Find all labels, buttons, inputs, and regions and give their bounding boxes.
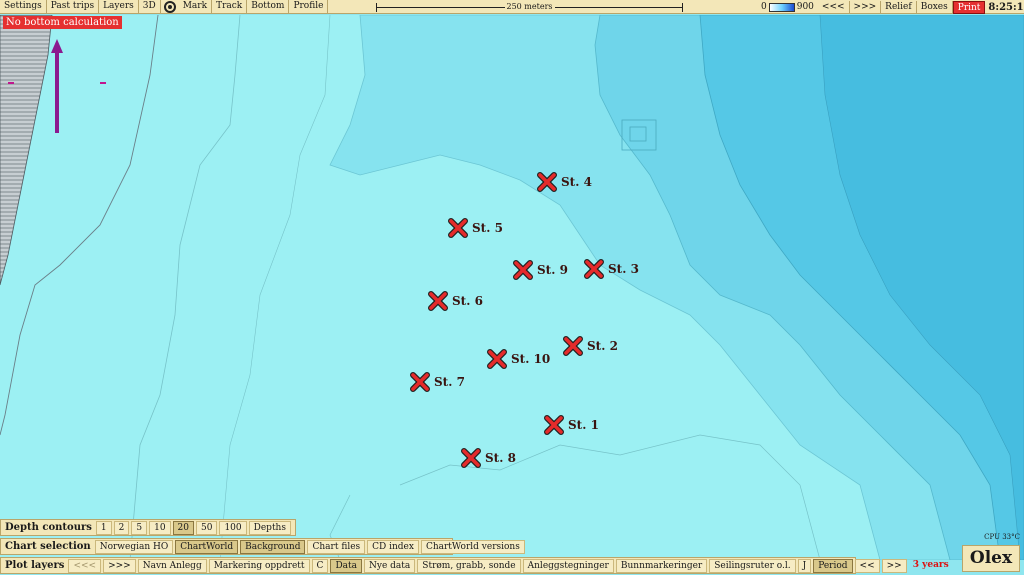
layer-data[interactable]: Data <box>330 558 363 573</box>
scale-bar: 250 meters <box>376 1 683 13</box>
layer-anleggstegninger[interactable]: Anleggstegninger <box>522 558 614 573</box>
contour-option-50[interactable]: 50 <box>196 520 218 535</box>
x-marker-icon <box>563 336 583 356</box>
chart-norwegian-ho[interactable]: Norwegian HO <box>94 539 174 554</box>
relief-button[interactable]: Relief <box>881 0 917 14</box>
chartworld-versions-button[interactable]: ChartWorld versions <box>420 539 525 554</box>
station-label: St. 6 <box>452 294 483 308</box>
layers-button[interactable]: Layers <box>99 0 139 13</box>
station-marker[interactable]: St. 10 <box>486 348 550 370</box>
depth-contours-bar: Depth contours 1 2 5 10 20 50 100 Depths <box>0 519 296 536</box>
station-marker[interactable]: St. 5 <box>447 217 503 239</box>
period-prev-button[interactable]: << <box>854 558 880 573</box>
cd-index-button[interactable]: CD index <box>367 539 419 554</box>
station-label: St. 2 <box>587 339 618 353</box>
x-marker-icon <box>544 415 564 435</box>
station-label: St. 7 <box>434 375 465 389</box>
boxes-button[interactable]: Boxes <box>917 0 953 14</box>
contour-option-100[interactable]: 100 <box>219 520 247 535</box>
chart-selection-bar: Chart selection Norwegian HO ChartWorld … <box>0 538 525 555</box>
station-marker[interactable]: St. 6 <box>427 290 483 312</box>
layer-c[interactable]: C <box>311 558 329 573</box>
depth-gradient <box>768 2 795 12</box>
period-button[interactable]: Period <box>813 558 853 573</box>
x-marker-icon <box>537 172 557 192</box>
chart-chartworld[interactable]: ChartWorld <box>175 539 239 554</box>
station-label: St. 4 <box>561 175 592 189</box>
olex-logo: Olex <box>962 545 1020 572</box>
period-next-button[interactable]: >> <box>881 558 907 573</box>
top-toolbar: Settings Past trips Layers 3D Mark Track… <box>0 0 1024 14</box>
station-marker[interactable]: St. 3 <box>583 258 639 280</box>
x-marker-icon <box>410 372 430 392</box>
layer-strom-grabb-sonde[interactable]: Strøm, grabb, sonde <box>417 558 521 573</box>
chart-selection-title: Chart selection <box>5 541 91 552</box>
layer-markering-oppdrett[interactable]: Markering oppdrett <box>208 558 310 573</box>
station-marker[interactable]: St. 9 <box>512 259 568 281</box>
cpu-temperature: CPU 33°C <box>984 533 1020 541</box>
layer-j[interactable]: J <box>797 558 812 573</box>
chart-map[interactable] <box>0 15 1024 560</box>
print-button[interactable]: Print <box>952 0 986 14</box>
3d-button[interactable]: 3D <box>139 0 161 13</box>
chart-files-button[interactable]: Chart files <box>307 539 366 554</box>
plot-layers-title: Plot layers <box>5 560 65 571</box>
prev-button[interactable]: <<< <box>818 0 850 14</box>
past-trips-button[interactable]: Past trips <box>47 0 100 13</box>
depth-contours-title: Depth contours <box>5 522 92 533</box>
station-label: St. 10 <box>511 352 551 366</box>
contour-option-10[interactable]: 10 <box>149 520 171 535</box>
plot-layers-next[interactable]: >>> <box>103 558 136 573</box>
profile-button[interactable]: Profile <box>289 0 329 13</box>
chart-background[interactable]: Background <box>240 539 306 554</box>
x-marker-icon <box>584 259 604 279</box>
station-label: St. 3 <box>608 262 639 276</box>
contour-option-20[interactable]: 20 <box>172 520 194 535</box>
x-marker-icon <box>448 218 468 238</box>
layer-seilingsruter[interactable]: Seilingsruter o.l. <box>709 558 796 573</box>
settings-button[interactable]: Settings <box>0 0 47 13</box>
station-marker[interactable]: St. 4 <box>536 171 592 193</box>
contour-option-2[interactable]: 2 <box>113 520 130 535</box>
plot-layers-prev[interactable]: <<< <box>68 558 102 573</box>
layer-navn-anlegg[interactable]: Navn Anlegg <box>137 558 207 573</box>
depth-max-label: 900 <box>796 2 814 12</box>
station-label: St. 5 <box>472 221 503 235</box>
depth-min-label: 0 <box>761 2 767 12</box>
contour-option-1[interactable]: 1 <box>95 520 112 535</box>
station-marker[interactable]: St. 8 <box>460 447 516 469</box>
clock: 8:25:13 <box>988 1 1024 13</box>
x-marker-icon <box>513 260 533 280</box>
depths-button[interactable]: Depths <box>248 520 291 535</box>
depth-color-scale[interactable]: 0 900 <box>757 2 818 12</box>
station-marker[interactable]: St. 2 <box>562 335 618 357</box>
contour-option-5[interactable]: 5 <box>131 520 148 535</box>
station-label: St. 8 <box>485 451 516 465</box>
layer-nye-data[interactable]: Nye data <box>364 558 416 573</box>
station-label: St. 9 <box>537 263 568 277</box>
bottom-button[interactable]: Bottom <box>247 0 290 13</box>
track-button[interactable]: Track <box>212 0 248 13</box>
station-label: St. 1 <box>568 418 599 432</box>
x-marker-icon <box>487 349 507 369</box>
no-bottom-warning: No bottom calculation <box>3 16 122 29</box>
period-value: 3 years <box>912 559 949 570</box>
layer-bunnmarkeringer[interactable]: Bunnmarkeringer <box>615 558 708 573</box>
next-button[interactable]: >>> <box>850 0 882 14</box>
station-marker[interactable]: St. 1 <box>543 414 599 436</box>
plot-layers-bar: Plot layers <<< >>> Navn Anlegg Markerin… <box>0 557 949 574</box>
station-marker[interactable]: St. 7 <box>409 371 465 393</box>
mark-button[interactable]: Mark <box>179 0 213 13</box>
scale-label: 250 meters <box>504 1 555 13</box>
x-marker-icon <box>428 291 448 311</box>
x-marker-icon <box>461 448 481 468</box>
center-target-icon[interactable] <box>163 0 176 13</box>
